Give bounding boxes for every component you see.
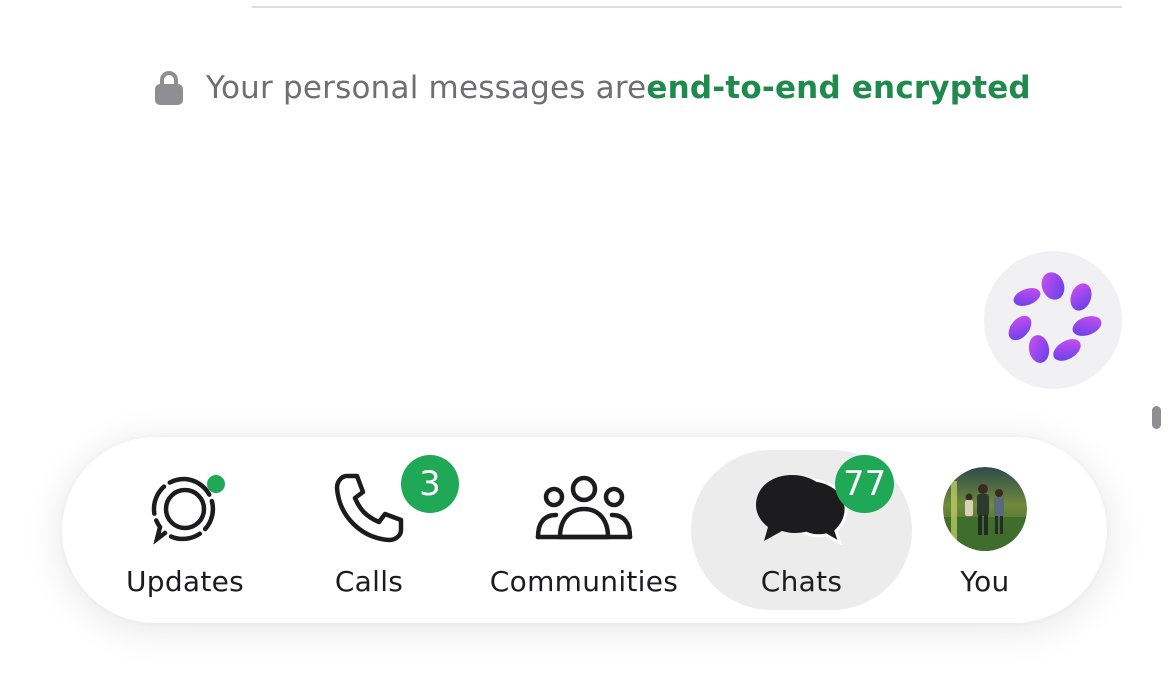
tab-label: Updates bbox=[125, 565, 245, 598]
tab-calls[interactable]: 3 Calls bbox=[318, 449, 459, 609]
communities-icon bbox=[535, 475, 633, 540]
tab-bar: Updates 3 Calls Communities 77 Chats You bbox=[62, 437, 1107, 623]
tab-label: You bbox=[960, 565, 1010, 598]
lock-icon bbox=[155, 71, 183, 105]
tab-communities[interactable]: Communities bbox=[484, 449, 684, 609]
updates-indicator-dot bbox=[207, 475, 225, 493]
encryption-link[interactable]: end-to-end encrypted bbox=[646, 70, 1030, 106]
chat-screen: Your personal messages are end-to-end en… bbox=[0, 0, 1170, 686]
tab-label: Communities bbox=[489, 565, 679, 598]
scrollbar-thumb[interactable] bbox=[1152, 406, 1161, 429]
tab-you[interactable]: You bbox=[932, 449, 1038, 609]
chats-badge: 77 bbox=[835, 455, 895, 513]
phone-icon bbox=[334, 473, 404, 543]
tab-label: Chats bbox=[760, 565, 843, 598]
divider bbox=[252, 6, 1122, 8]
meta-ai-button[interactable] bbox=[984, 251, 1122, 389]
tab-chats[interactable]: 77 Chats bbox=[691, 449, 912, 609]
calls-badge: 3 bbox=[401, 455, 459, 513]
tab-updates[interactable]: Updates bbox=[120, 449, 250, 609]
encryption-text: Your personal messages are bbox=[206, 70, 647, 106]
tab-label: Calls bbox=[334, 565, 404, 598]
meta-ai-icon bbox=[1008, 272, 1102, 363]
avatar bbox=[943, 467, 1027, 551]
encryption-notice[interactable]: Your personal messages are end-to-end en… bbox=[154, 68, 1031, 108]
